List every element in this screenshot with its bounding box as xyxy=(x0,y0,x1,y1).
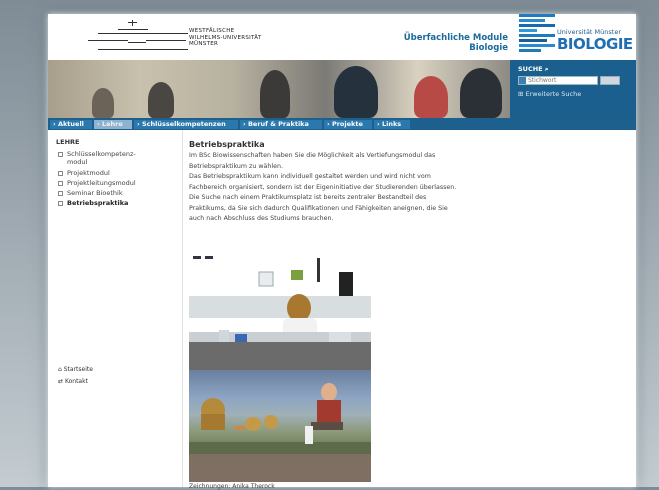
university-name: Westfälische Wilhelms-Universität Münste… xyxy=(189,28,262,48)
search-submit-button[interactable] xyxy=(600,76,620,85)
sidebar-heading: LEHRE xyxy=(56,138,80,146)
nav-item-label: Beruf & Praktika xyxy=(247,120,309,128)
main-navigation: › Aktuell › Lehre › Schlüsselkompetenzen… xyxy=(48,118,636,130)
nav-item-label: Lehre xyxy=(101,120,123,128)
startseite-link[interactable]: ⌂ Startseite xyxy=(58,366,93,373)
bullet-icon xyxy=(58,200,63,206)
nav-item-label: Links xyxy=(381,120,402,128)
nav-arrow-icon: › xyxy=(377,120,380,128)
intro-line: Praktikums, da Sie sich dadurch Qualifik… xyxy=(189,204,448,212)
bullet-icon xyxy=(58,170,63,176)
sidebar-item-label: Seminar Bioethik xyxy=(67,189,123,197)
home-icon: ⌂ xyxy=(58,366,62,373)
intro-line: Betriebspraktikum zu wählen. xyxy=(189,162,283,170)
flag-icon xyxy=(519,77,526,84)
biologie-logo-big-text: BIOLOGIE xyxy=(557,35,633,53)
startseite-label: Startseite xyxy=(63,366,93,373)
intro-line: auch nach Abschluss des Studiums brauche… xyxy=(189,215,334,222)
sidebar-item-schluesselkompetenzmodul[interactable]: Schlüsselkompetenz- modul xyxy=(58,150,136,166)
nav-item-aktuell[interactable]: › Aktuell xyxy=(50,120,92,129)
site-title-line1: Überfachliche Module xyxy=(403,33,508,43)
contact-icon: ⇄ xyxy=(58,378,64,385)
intro-line: Die Suche nach einem Praktikumsplatz ist… xyxy=(189,194,427,201)
header-photo xyxy=(48,60,510,118)
sidebar-item-seminar-bioethik[interactable]: Seminar Bioethik xyxy=(58,189,123,197)
nav-item-label: Projekte xyxy=(331,120,363,128)
sidebar-item-label: Betriebspraktika xyxy=(67,199,129,207)
advanced-search-label: Erweiterte Suche xyxy=(525,90,582,98)
advanced-search-icon: ⊞ xyxy=(518,90,524,98)
sidebar-item-betriebspraktika[interactable]: Betriebspraktika xyxy=(58,199,128,207)
right-column xyxy=(510,130,636,487)
intro-line: Fachbereich organisiert, sondern ist der… xyxy=(189,183,457,191)
search-label-text: SUCHE xyxy=(518,65,543,73)
sidebar-item-projektmodul[interactable]: Projektmodul xyxy=(58,169,110,177)
nav-item-links[interactable]: › Links xyxy=(374,120,410,129)
nav-arrow-icon: › xyxy=(327,120,330,128)
nav-item-projekte[interactable]: › Projekte xyxy=(324,120,372,129)
kontakt-label: Kontakt xyxy=(64,378,88,385)
sidebar-item-projektleitungsmodul[interactable]: Projektleitungsmodul xyxy=(58,179,136,187)
nav-item-schluesselkompetenzen[interactable]: › Schlüsselkompetenzen xyxy=(134,120,238,129)
intro-line: Im BSc Biowissenschaften haben Sie die M… xyxy=(189,152,436,159)
nav-item-lehre[interactable]: › Lehre xyxy=(94,120,132,129)
sidebar-item-label: Schlüsselkompetenz- xyxy=(67,150,136,158)
page-title: Betriebspraktika xyxy=(189,140,265,149)
wwu-logo[interactable] xyxy=(88,20,188,56)
kontakt-link[interactable]: ⇄ Kontakt xyxy=(58,378,88,385)
biologie-logo[interactable]: Universität Münster BIOLOGIE xyxy=(519,14,636,60)
browser-page: Westfälische Wilhelms-Universität Münste… xyxy=(48,14,636,490)
lab-illustration xyxy=(189,252,371,370)
bullet-icon xyxy=(58,190,63,196)
search-input[interactable] xyxy=(518,76,598,85)
nav-item-label: Schlüsselkompetenzen xyxy=(141,120,226,128)
sidebar: LEHRE Schlüsselkompetenz- modul Projektm… xyxy=(48,130,182,487)
nav-item-beruf-praktika[interactable]: › Beruf & Praktika xyxy=(240,120,322,129)
nav-item-label: Aktuell xyxy=(57,120,84,128)
advanced-search-link[interactable]: ⊞ Erweiterte Suche xyxy=(518,90,581,98)
outdoor-illustration xyxy=(189,370,371,482)
sidebar-item-label: Projektmodul xyxy=(67,169,110,177)
biologie-logo-icon xyxy=(519,14,555,54)
nav-arrow-icon: › xyxy=(243,120,246,128)
search-label: SUCHE ⌕ xyxy=(518,65,549,74)
intro-line: Das Betriebspraktikum kann individuell g… xyxy=(189,173,431,180)
search-icon: ⌕ xyxy=(544,65,549,73)
search-panel: SUCHE ⌕ ⊞ Erweiterte Suche xyxy=(510,60,636,118)
header: Westfälische Wilhelms-Universität Münste… xyxy=(48,14,636,60)
university-name-line3: Münster xyxy=(189,41,219,47)
nav-arrow-icon: › xyxy=(97,120,100,128)
bullet-icon xyxy=(58,151,63,157)
nav-arrow-icon: › xyxy=(53,120,56,128)
intro-text: Im BSc Biowissenschaften haben Sie die M… xyxy=(189,151,509,225)
bullet-icon xyxy=(58,180,63,186)
nav-arrow-icon: › xyxy=(137,120,140,128)
site-title-line2: Biologie xyxy=(469,43,508,53)
main-content: Betriebspraktika Im BSc Biowissenschafte… xyxy=(182,130,512,490)
site-title[interactable]: Überfachliche Module Biologie xyxy=(404,33,508,53)
sidebar-item-label-cont: modul xyxy=(67,158,88,166)
sidebar-item-label: Projektleitungsmodul xyxy=(67,179,136,187)
